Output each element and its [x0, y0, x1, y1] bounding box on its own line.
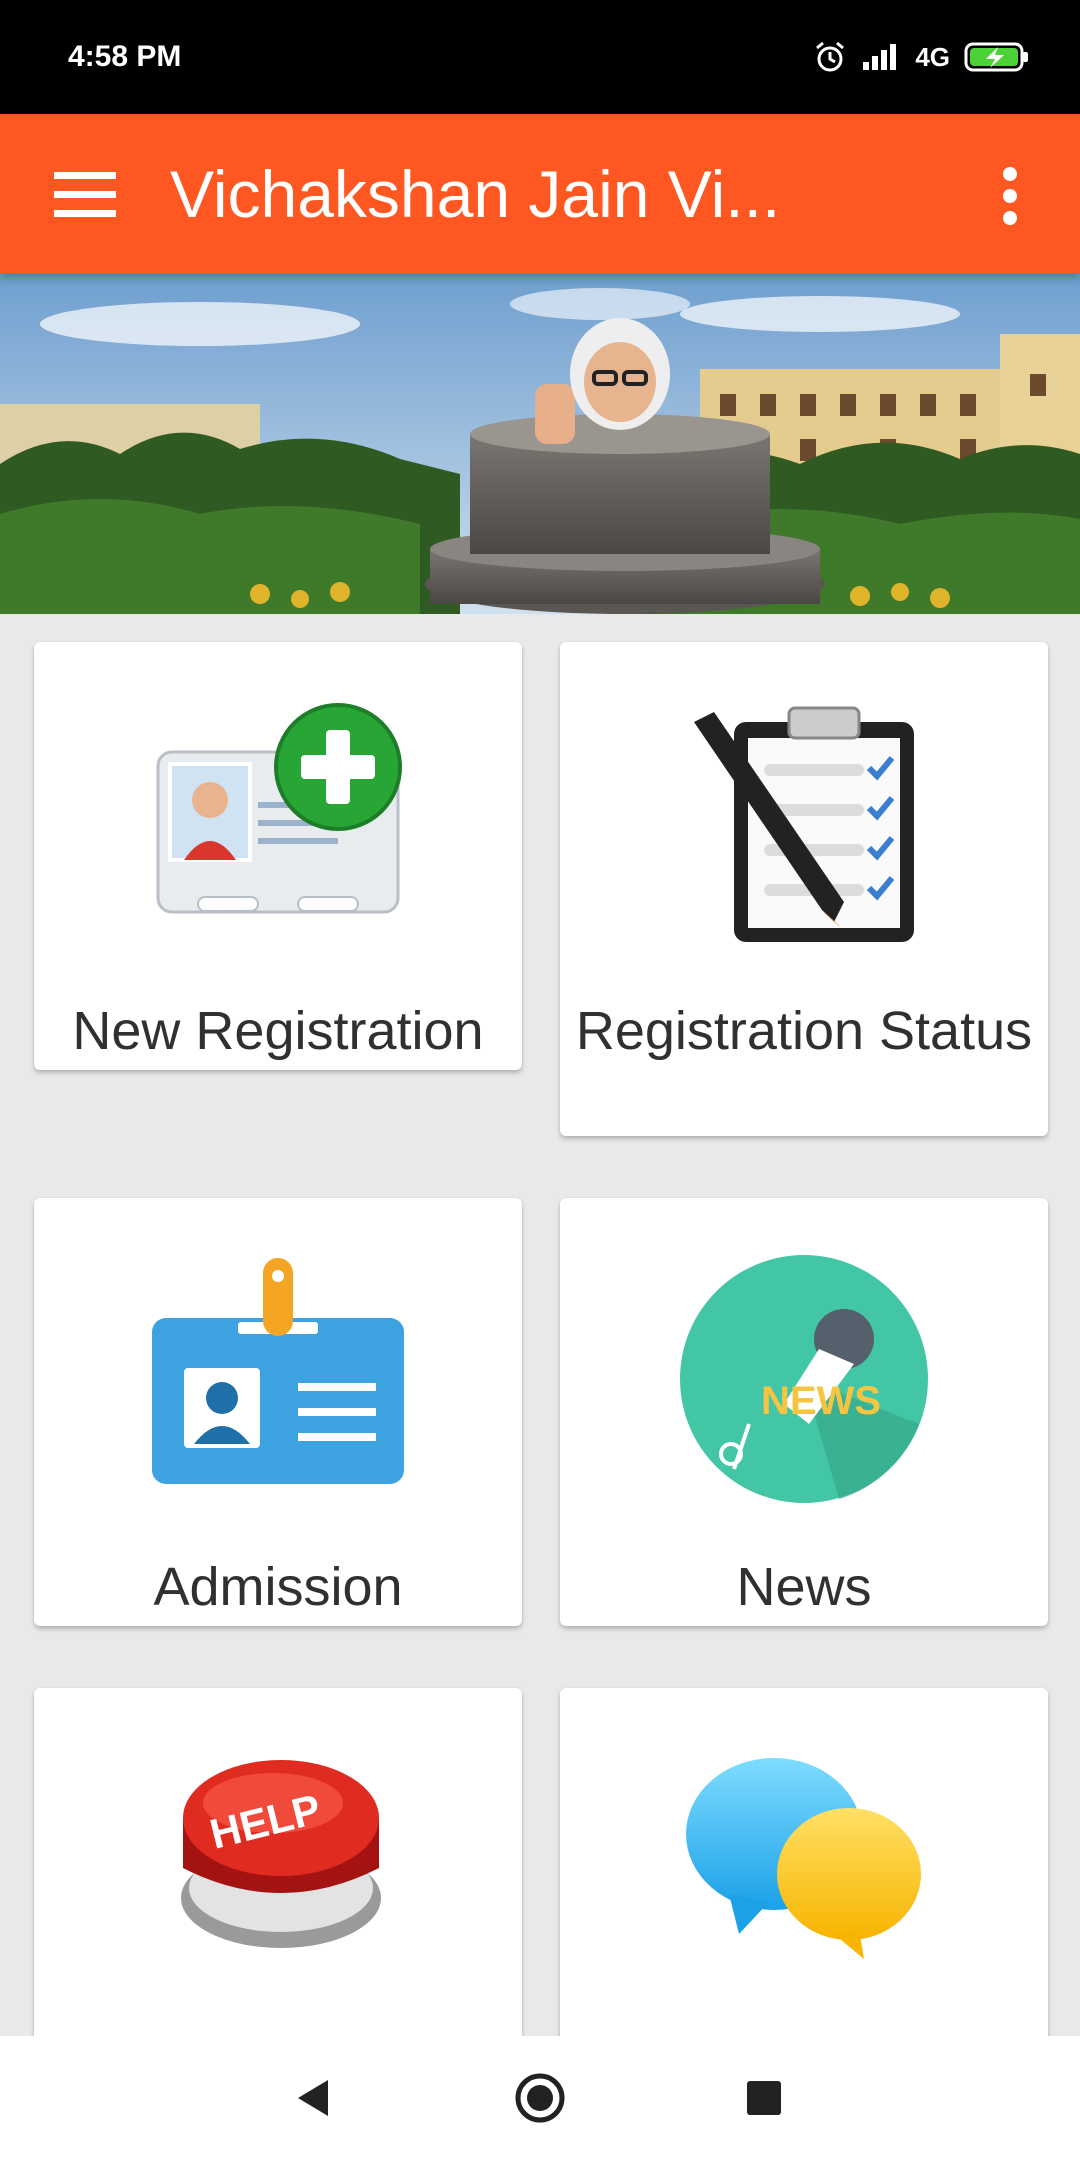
- app-bar: Vichakshan Jain Vi...: [0, 114, 1080, 274]
- tile-label: Registration Status: [575, 1001, 1033, 1061]
- campus-banner-illustration: [0, 274, 1080, 614]
- id-badge-icon: [152, 1258, 404, 1484]
- navigation-bar: [0, 2036, 1080, 2160]
- menu-grid: New Registration Registration Status Adm…: [0, 614, 1080, 2036]
- network-type: 4G: [915, 41, 950, 72]
- tile-registration-status[interactable]: Registration Status: [560, 642, 1048, 1136]
- app-title: Vichakshan Jain Vi...: [170, 157, 781, 231]
- tile-chat[interactable]: [560, 1688, 1048, 2036]
- clipboard-checklist-icon: [694, 706, 914, 942]
- svg-text:NEWS: NEWS: [761, 1379, 881, 1423]
- status-bar: 4:58 PM 4G: [0, 0, 1080, 114]
- alarm-icon: [816, 41, 845, 72]
- news-microphone-icon: NEWS: [680, 1255, 928, 1503]
- tile-label: News: [736, 1557, 872, 1617]
- tile-help[interactable]: HELP: [34, 1688, 522, 2036]
- recents-square-icon[interactable]: [734, 2068, 794, 2128]
- more-vert-icon[interactable]: [1000, 166, 1020, 226]
- tile-new-registration[interactable]: New Registration: [34, 642, 522, 1070]
- battery-charging-icon: [964, 42, 1028, 72]
- home-circle-icon[interactable]: [510, 2068, 570, 2128]
- banner-image: [0, 274, 1080, 614]
- hamburger-menu-icon[interactable]: [50, 170, 120, 220]
- tile-news[interactable]: NEWS News: [560, 1198, 1048, 1626]
- tile-label: Admission: [153, 1557, 403, 1617]
- signal-icon: [863, 44, 897, 70]
- back-triangle-icon[interactable]: [284, 2068, 344, 2128]
- status-time: 4:58 PM: [68, 40, 182, 73]
- chat-bubbles-icon: [686, 1758, 921, 1959]
- id-card-add-icon: [156, 703, 402, 914]
- tile-admission[interactable]: Admission: [34, 1198, 522, 1626]
- tile-label: New Registration: [72, 1001, 484, 1061]
- status-icons: 4G: [813, 40, 1030, 74]
- help-button-icon: HELP: [181, 1760, 381, 1948]
